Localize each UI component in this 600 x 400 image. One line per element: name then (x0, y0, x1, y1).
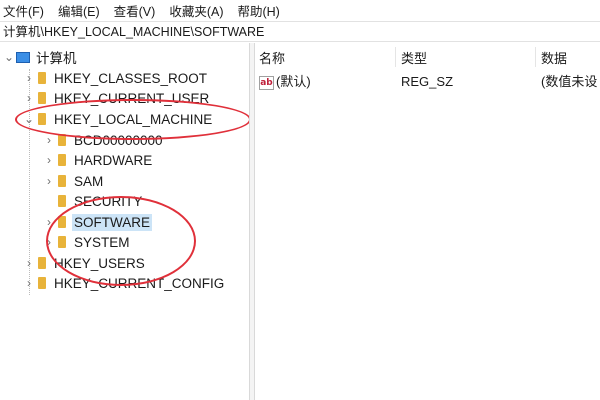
menu-edit[interactable]: 编辑(E) (54, 1, 104, 20)
chevron-right-icon[interactable]: › (22, 91, 36, 105)
menu-file[interactable]: 文件(F) (0, 1, 48, 20)
value-type: REG_SZ (401, 74, 454, 89)
tree-label-system: SYSTEM (74, 234, 130, 250)
folder-icon (38, 113, 46, 125)
address-bar[interactable]: 计算机\HKEY_LOCAL_MACHINE\SOFTWARE (0, 21, 600, 42)
tree-node-system[interactable]: › SYSTEM (42, 232, 132, 252)
tree-label-hkcc: HKEY_CURRENT_CONFIG (54, 275, 225, 291)
chevron-right-icon[interactable]: › (42, 174, 56, 188)
chevron-right-icon[interactable]: › (22, 276, 36, 290)
chevron-right-icon[interactable]: › (42, 235, 56, 249)
menu-favorites[interactable]: 收藏夹(A) (165, 1, 227, 20)
chevron-right-icon[interactable]: › (22, 71, 36, 85)
chevron-right-icon[interactable]: › (22, 256, 36, 270)
folder-icon (38, 92, 46, 104)
column-divider[interactable] (535, 47, 536, 67)
folder-icon (58, 154, 66, 166)
menu-bar: 文件(F) 编辑(E) 查看(V) 收藏夹(A) 帮助(H) (0, 0, 600, 20)
tree-label-security: SECURITY (74, 193, 143, 209)
folder-icon (58, 175, 66, 187)
chevron-down-icon[interactable]: ⌄ (2, 50, 16, 64)
column-header-type[interactable]: 类型 (401, 50, 427, 68)
chevron-down-icon[interactable]: ⌄ (22, 112, 36, 126)
column-header-data[interactable]: 数据 (541, 50, 567, 68)
menu-view[interactable]: 查看(V) (110, 1, 160, 20)
tree-node-hkcc[interactable]: › HKEY_CURRENT_CONFIG (22, 273, 226, 293)
tree-node-software[interactable]: › SOFTWARE (42, 212, 152, 232)
values-list: 名称 类型 数据 ab (默认) REG_SZ (数值未设 (255, 43, 600, 400)
tree-node-hku[interactable]: › HKEY_USERS (22, 253, 147, 273)
tree-label-computer: 计算机 (36, 51, 77, 66)
folder-icon (38, 277, 46, 289)
value-name: (默认) (276, 74, 311, 89)
tree-label-bcd: BCD00000000 (74, 132, 163, 148)
value-data: (数值未设 (541, 74, 598, 89)
tree-node-hardware[interactable]: › HARDWARE (42, 150, 154, 170)
folder-icon (38, 257, 46, 269)
chevron-right-icon[interactable]: › (42, 133, 56, 147)
folder-icon (58, 236, 66, 248)
tree-label-sam: SAM (74, 173, 104, 189)
tree-node-bcd[interactable]: › BCD00000000 (42, 130, 165, 150)
tree-node-hkcr[interactable]: › HKEY_CLASSES_ROOT (22, 68, 209, 88)
chevron-right-icon[interactable]: › (42, 215, 56, 229)
folder-icon (58, 216, 66, 228)
folder-icon (58, 195, 66, 207)
folder-icon (58, 134, 66, 146)
tree-label-hku: HKEY_USERS (54, 255, 145, 271)
tree-node-hklm[interactable]: ⌄ HKEY_LOCAL_MACHINE (22, 109, 214, 129)
tree-label-hkcr: HKEY_CLASSES_ROOT (54, 70, 208, 86)
column-divider[interactable] (395, 47, 396, 67)
tree-node-sam[interactable]: › SAM (42, 171, 105, 191)
tree-node-hkcu[interactable]: › HKEY_CURRENT_USER (22, 88, 211, 108)
tree-label-software: SOFTWARE (72, 213, 152, 231)
tree-node-computer[interactable]: ⌄ 计算机 (2, 47, 79, 67)
tree-node-security[interactable]: SECURITY (42, 191, 144, 211)
computer-icon (16, 51, 30, 63)
tree-label-hklm: HKEY_LOCAL_MACHINE (54, 111, 213, 127)
menu-help[interactable]: 帮助(H) (233, 1, 283, 20)
chevron-right-icon[interactable]: › (42, 153, 56, 167)
string-value-icon: ab (259, 75, 274, 90)
tree-label-hardware: HARDWARE (74, 152, 153, 168)
folder-icon (38, 72, 46, 84)
tree-label-hkcu: HKEY_CURRENT_USER (54, 90, 210, 106)
column-header-name[interactable]: 名称 (259, 50, 285, 68)
tree-pane: ⌄ 计算机 › HKEY_CLASSES_ROOT › HKEY_CURRENT… (0, 43, 250, 400)
